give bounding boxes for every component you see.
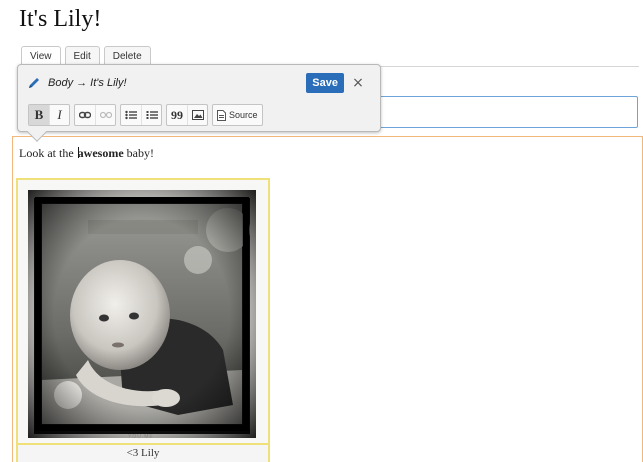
body-text[interactable]: Look at the awesome baby! (19, 146, 154, 161)
blockquote-button[interactable]: 99 (167, 105, 187, 125)
close-button[interactable]: × (348, 71, 368, 95)
baby-photo-image (28, 190, 256, 438)
link-button[interactable] (75, 105, 95, 125)
image-tiny-caption: YOU ME (128, 434, 154, 440)
source-icon (217, 109, 226, 121)
editor-toolbar: Body → It's Lily! Save × B I 99 Source (17, 64, 381, 142)
image-figure[interactable]: YOU ME (16, 178, 270, 462)
text-style-group: B I (28, 104, 70, 126)
italic-button[interactable]: I (49, 105, 69, 125)
body-text-before: Look at the (19, 146, 77, 160)
field-path: Body → It's Lily! (48, 77, 127, 89)
image-button[interactable] (187, 105, 207, 125)
link-group (74, 104, 116, 126)
image-caption[interactable]: <3 Lily (16, 443, 270, 462)
baby-photo[interactable] (28, 190, 256, 438)
blockquote-icon: 99 (171, 107, 183, 122)
formatting-buttons: B I 99 Source (28, 104, 263, 126)
numbered-list-icon (146, 111, 158, 119)
bulleted-list-button[interactable] (121, 105, 141, 125)
body-text-after: baby! (123, 146, 154, 160)
source-button[interactable]: Source (213, 105, 262, 125)
unlink-button[interactable] (95, 105, 115, 125)
insert-group: 99 (166, 104, 208, 126)
image-icon (191, 110, 204, 120)
source-label: Source (229, 110, 258, 120)
toolbar-header: Body → It's Lily! Save × (26, 71, 372, 95)
bold-button[interactable]: B (29, 105, 49, 125)
tabs: View Edit Delete (21, 46, 151, 66)
link-icon (79, 111, 91, 119)
body-text-bold: awesome (77, 146, 124, 160)
pencil-icon (26, 75, 42, 91)
unlink-icon (99, 111, 112, 119)
bulleted-list-icon (125, 110, 137, 120)
page-title: It's Lily! (19, 6, 102, 32)
save-button[interactable]: Save (306, 73, 344, 93)
tab-edit[interactable]: Edit (64, 46, 100, 66)
tab-delete[interactable]: Delete (103, 46, 151, 66)
source-group: Source (212, 104, 263, 126)
tab-view[interactable]: View (21, 46, 61, 66)
italic-label: I (57, 107, 62, 122)
numbered-list-button[interactable] (141, 105, 161, 125)
list-group (120, 104, 162, 126)
bold-label: B (34, 107, 44, 122)
